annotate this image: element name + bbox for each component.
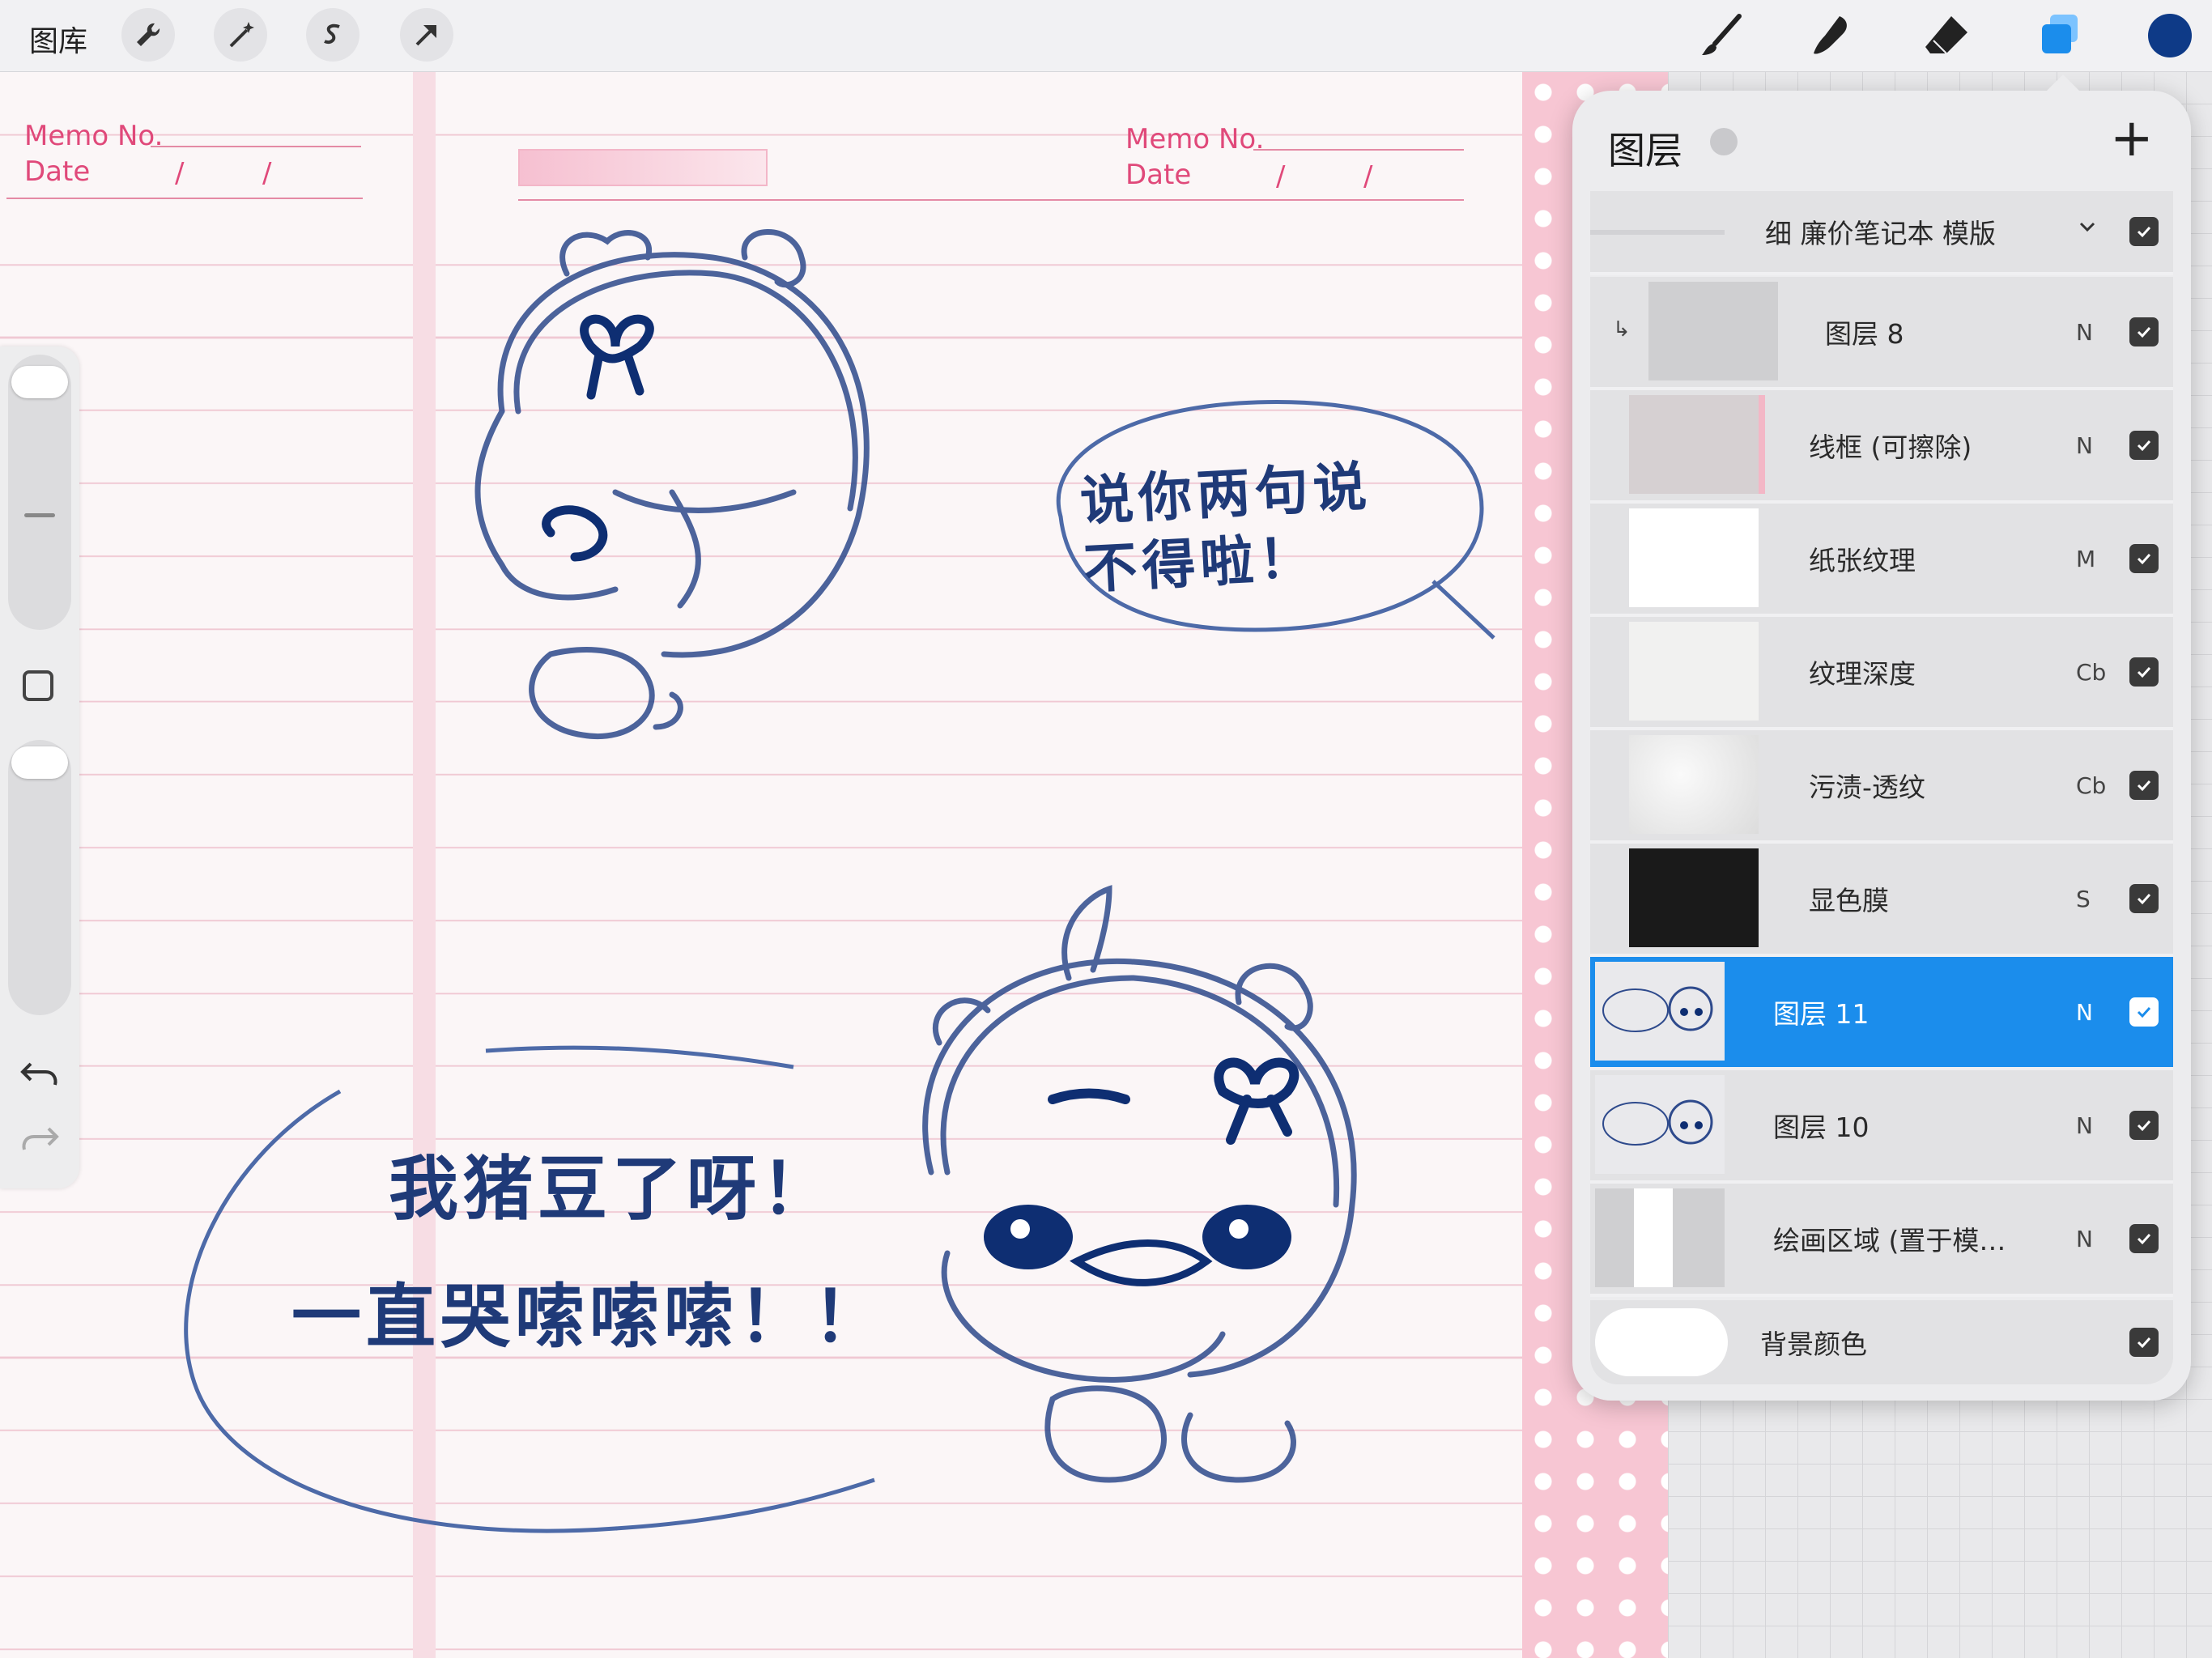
pink-tab-strip: [518, 149, 768, 186]
opacity-slider[interactable]: [8, 740, 71, 1015]
date-label: Date: [1125, 159, 1192, 191]
side-slider-bar: [0, 346, 79, 1188]
date-slash: /: [1276, 160, 1286, 193]
layer-visibility-checkbox[interactable]: [2129, 884, 2159, 913]
layer-row[interactable]: 纹理深度 Cb: [1590, 617, 2173, 730]
speech-bubble-1-text: 说你两句说 不得啦！: [1078, 455, 1373, 601]
layer-name: 图层 10: [1773, 1112, 1870, 1143]
layer-row[interactable]: 显色膜 S: [1590, 844, 2173, 957]
memo-line: [1253, 149, 1464, 151]
background-color-label: 背景颜色: [1760, 1329, 1867, 1360]
date-slash: /: [175, 157, 185, 189]
layer-visibility-checkbox[interactable]: [2129, 657, 2159, 687]
background-color-swatch[interactable]: [1595, 1308, 1728, 1376]
chevron-down-icon[interactable]: [2076, 215, 2099, 241]
layer-blend-mode[interactable]: N: [2076, 319, 2093, 346]
layer-row[interactable]: 图层 11 N: [1590, 957, 2173, 1070]
layer-name: 图层 11: [1773, 998, 1870, 1030]
layer-visibility-checkbox[interactable]: [2129, 1111, 2159, 1140]
redo-icon[interactable]: [19, 1120, 60, 1156]
sketch-character-1: [474, 229, 870, 739]
layer-thumbnail[interactable]: [1629, 622, 1759, 721]
layer-row[interactable]: ↳ 图层 8 N: [1590, 277, 2173, 390]
layer-visibility-checkbox[interactable]: [2129, 1224, 2159, 1253]
speech-bubble-2-line2: 一直哭嗦嗦嗦！！: [291, 1277, 887, 1358]
layer-row[interactable]: 线框 (可擦除) N: [1590, 390, 2173, 504]
layer-visibility-checkbox[interactable]: [2129, 544, 2159, 573]
layer-name: 纹理深度: [1809, 658, 1916, 690]
layer-group-row[interactable]: 细 廉价笔记本 模版: [1590, 191, 2173, 275]
group-thumb: [1590, 230, 1725, 235]
modify-square-button[interactable]: [23, 670, 53, 701]
layers-info-icon[interactable]: [1710, 128, 1738, 155]
layer-blend-mode[interactable]: M: [2076, 546, 2095, 572]
memo-line: [151, 146, 361, 147]
eraser-icon[interactable]: [1917, 6, 1976, 65]
speech-bubble-2-line1: 我猪豆了呀！: [389, 1149, 836, 1230]
date-slash: /: [262, 157, 272, 189]
undo-icon[interactable]: [19, 1056, 60, 1091]
memo-label: Memo No.: [1125, 123, 1265, 155]
layer-name: 污渍-透纹: [1809, 772, 1925, 803]
layer-blend-mode[interactable]: N: [2076, 999, 2093, 1026]
layer-visibility-checkbox[interactable]: [2129, 317, 2159, 346]
top-toolbar: 图库: [0, 0, 2212, 72]
layer-blend-mode[interactable]: N: [2076, 1112, 2093, 1139]
sketch-character-2: [922, 885, 1357, 1483]
layer-thumbnail[interactable]: [1629, 848, 1759, 947]
layer-group-name: 细 廉价笔记本 模版: [1765, 218, 1996, 249]
layer-visibility-checkbox[interactable]: [2129, 997, 2159, 1027]
date-label: Date: [24, 155, 91, 188]
date-slash: /: [1363, 160, 1373, 193]
layers-popover-arrow: [2044, 74, 2082, 94]
gallery-button[interactable]: 图库: [29, 18, 87, 60]
layer-blend-mode[interactable]: N: [2076, 432, 2093, 459]
brush-icon[interactable]: [1692, 6, 1750, 65]
layer-blend-mode[interactable]: Cb: [2076, 772, 2106, 799]
selection-s-icon[interactable]: [306, 8, 359, 62]
layer-visibility-checkbox[interactable]: [2129, 217, 2159, 246]
brush-size-slider[interactable]: [8, 355, 71, 630]
layer-visibility-checkbox[interactable]: [2129, 1328, 2159, 1357]
header-rule: [518, 199, 1464, 201]
wrench-icon[interactable]: [121, 8, 175, 62]
transform-arrow-icon[interactable]: [400, 8, 453, 62]
layers-title: 图层: [1608, 129, 1682, 172]
layer-blend-mode[interactable]: Cb: [2076, 659, 2106, 686]
layer-name: 图层 8: [1825, 318, 1904, 350]
layer-row[interactable]: 纸张纹理 M: [1590, 504, 2173, 617]
header-rule: [6, 198, 363, 199]
layer-row[interactable]: 绘画区域 (置于模… N: [1590, 1184, 2173, 1297]
layer-name: 纸张纹理: [1809, 545, 1916, 576]
layer-name: 线框 (可擦除): [1809, 432, 1972, 463]
layer-blend-mode[interactable]: S: [2076, 886, 2091, 912]
opacity-knob[interactable]: [11, 746, 68, 779]
layer-thumbnail[interactable]: [1648, 282, 1778, 380]
magic-wand-icon[interactable]: [214, 8, 267, 62]
layer-row[interactable]: 图层 10 N: [1590, 1070, 2173, 1184]
layer-thumbnail[interactable]: [1595, 962, 1725, 1061]
layer-thumbnail[interactable]: [1629, 508, 1759, 607]
layer-visibility-checkbox[interactable]: [2129, 771, 2159, 800]
layer-thumbnail[interactable]: [1629, 735, 1759, 834]
layer-name: 显色膜: [1809, 885, 1889, 916]
background-color-row[interactable]: 背景颜色: [1590, 1300, 2173, 1384]
layer-thumbnail[interactable]: [1595, 1075, 1725, 1174]
color-swatch[interactable]: [2141, 6, 2199, 65]
drawing-canvas[interactable]: Memo No. Date / / Memo No. Date / / 说你两句…: [0, 71, 1668, 1658]
layer-blend-mode[interactable]: N: [2076, 1226, 2093, 1252]
layer-name: 绘画区域 (置于模…: [1773, 1225, 2006, 1256]
layer-row[interactable]: 污渍-透纹 Cb: [1590, 730, 2173, 844]
clipping-mask-icon: ↳: [1613, 317, 1631, 342]
memo-label: Memo No.: [24, 120, 164, 152]
smudge-icon[interactable]: [1802, 6, 1861, 65]
layer-visibility-checkbox[interactable]: [2129, 431, 2159, 460]
brush-size-knob[interactable]: [11, 366, 68, 398]
slider-midline: [24, 513, 55, 517]
layer-thumbnail[interactable]: [1595, 1188, 1725, 1287]
layers-panel: 图层 + 细 廉价笔记本 模版 ↳ 图层 8 N 线框 (可擦除) N 纸张纹理 M 纹理深度…: [1572, 91, 2191, 1401]
layers-icon[interactable]: [2031, 6, 2089, 65]
add-layer-button[interactable]: +: [2110, 108, 2154, 168]
layer-thumbnail[interactable]: [1629, 395, 1765, 494]
